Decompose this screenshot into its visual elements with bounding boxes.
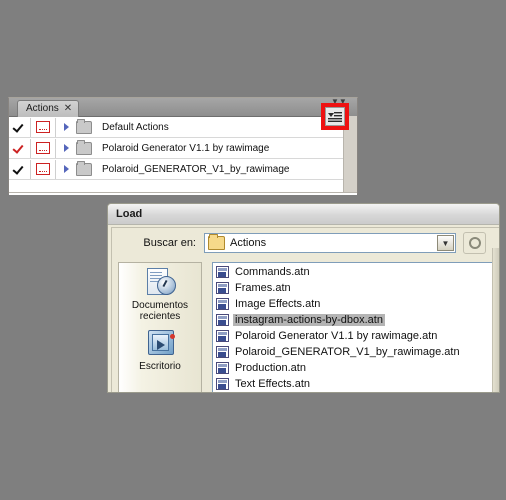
table-row[interactable]: Polaroid_GENERATOR_V1_by_rawimage: [9, 159, 357, 180]
list-item[interactable]: Production.atn: [213, 360, 499, 376]
expand-toggle[interactable]: [56, 123, 76, 131]
list-item[interactable]: Image Effects.atn: [213, 296, 499, 312]
panel-menu-button[interactable]: [325, 107, 345, 126]
folder-icon: [76, 118, 92, 134]
dialog-body: Buscar en: Actions ▼ Documentos reciente…: [111, 227, 499, 392]
list-item[interactable]: Polaroid Generator V1.1 by rawimage.atn: [213, 328, 499, 344]
go-up-button[interactable]: [463, 232, 486, 254]
folder-icon: [76, 160, 92, 176]
action-set-label: Polaroid Generator V1.1 by rawimage: [102, 142, 270, 154]
chevron-right-icon: [63, 144, 69, 152]
tab-actions-label: Actions: [26, 103, 59, 114]
places-bar: Documentos recientes Escritorio: [118, 262, 202, 392]
place-label-line1: Documentos: [131, 300, 189, 311]
page-title: Load: [116, 208, 143, 220]
folder-icon: [208, 234, 225, 250]
file-list[interactable]: Commands.atn Frames.atn Image Effects.at…: [212, 262, 499, 392]
atn-file-icon: [216, 314, 229, 326]
recent-documents-icon: [143, 267, 177, 299]
file-name: Polaroid_GENERATOR_V1_by_rawimage.atn: [235, 346, 460, 358]
action-set-label: Default Actions: [102, 121, 169, 133]
action-dialog-toggle[interactable]: [31, 159, 56, 179]
file-name: Frames.atn: [235, 282, 291, 294]
file-name: Image Effects.atn: [235, 298, 321, 310]
action-enabled-toggle[interactable]: [9, 138, 31, 158]
place-label: Documentos recientes: [132, 300, 188, 322]
folder-icon-cell: [76, 139, 98, 155]
atn-file-icon: [216, 330, 229, 342]
expand-toggle[interactable]: [56, 165, 76, 173]
expand-toggle[interactable]: [56, 144, 76, 152]
atn-file-icon: [216, 346, 229, 358]
action-set-label: Polaroid_GENERATOR_V1_by_rawimage: [102, 163, 290, 175]
action-dialog-toggle[interactable]: [31, 117, 56, 137]
dialog-right-edge: [492, 248, 499, 392]
panel-bottom-edge: [9, 192, 357, 193]
close-icon[interactable]: ✕: [64, 104, 72, 114]
checkmark-icon: [14, 143, 25, 154]
list-item[interactable]: Frames.atn: [213, 280, 499, 296]
place-desktop[interactable]: Escritorio: [119, 328, 201, 372]
action-enabled-toggle[interactable]: [9, 159, 31, 179]
file-name: instagram-actions-by-dbox.atn: [233, 314, 385, 326]
dialog-box-icon: [36, 142, 50, 154]
atn-file-icon: [216, 266, 229, 278]
checkmark-icon: [14, 164, 25, 175]
place-recent-documents[interactable]: Documentos recientes: [119, 267, 201, 322]
list-item[interactable]: Commands.atn: [213, 264, 499, 280]
panel-tab-strip: Actions ✕ ▼▼: [9, 98, 357, 117]
folder-icon-cell: [76, 160, 98, 176]
load-dialog: Load Buscar en: Actions ▼ Documentos rec…: [107, 203, 500, 393]
list-item[interactable]: Polaroid_GENERATOR_V1_by_rawimage.atn: [213, 344, 499, 360]
look-in-combobox[interactable]: Actions ▼: [204, 233, 456, 253]
look-in-row: Buscar en: Actions ▼: [112, 228, 499, 258]
atn-file-icon: [216, 362, 229, 374]
place-label-line2: recientes: [139, 311, 181, 322]
look-in-value: Actions: [230, 237, 267, 249]
file-name: Polaroid Generator V1.1 by rawimage.atn: [235, 330, 438, 342]
list-item-selected[interactable]: instagram-actions-by-dbox.atn: [213, 312, 499, 328]
file-name: Text Effects.atn: [235, 378, 311, 390]
file-name: Production.atn: [235, 362, 306, 374]
chevron-right-icon: [63, 165, 69, 173]
list-item[interactable]: Text Effects.atn: [213, 376, 499, 392]
table-row[interactable]: Default Actions: [9, 117, 357, 138]
dialog-title-bar[interactable]: Load: [108, 204, 499, 225]
circle-icon: [468, 237, 481, 249]
folder-icon: [76, 139, 92, 155]
chevron-down-icon[interactable]: ▼: [437, 235, 454, 251]
checkmark-icon: [14, 122, 25, 133]
look-in-label: Buscar en:: [143, 237, 196, 249]
table-row[interactable]: Polaroid Generator V1.1 by rawimage: [9, 138, 357, 159]
atn-file-icon: [216, 282, 229, 294]
desktop-icon: [143, 328, 177, 360]
atn-file-icon: [216, 298, 229, 310]
actions-panel: Actions ✕ ▼▼ Default Actions Polaroid Ge…: [8, 97, 358, 195]
chevron-right-icon: [63, 123, 69, 131]
dialog-box-icon: [36, 163, 50, 175]
action-dialog-toggle[interactable]: [31, 138, 56, 158]
actions-list[interactable]: Default Actions Polaroid Generator V1.1 …: [9, 117, 357, 195]
atn-file-icon: [216, 378, 229, 390]
folder-icon-cell: [76, 118, 98, 134]
place-label: Escritorio: [139, 361, 181, 372]
tab-actions[interactable]: Actions ✕: [17, 100, 80, 117]
panel-menu-icon: [328, 112, 342, 122]
file-name: Commands.atn: [235, 266, 310, 278]
action-enabled-toggle[interactable]: [9, 117, 31, 137]
dialog-box-icon: [36, 121, 50, 133]
